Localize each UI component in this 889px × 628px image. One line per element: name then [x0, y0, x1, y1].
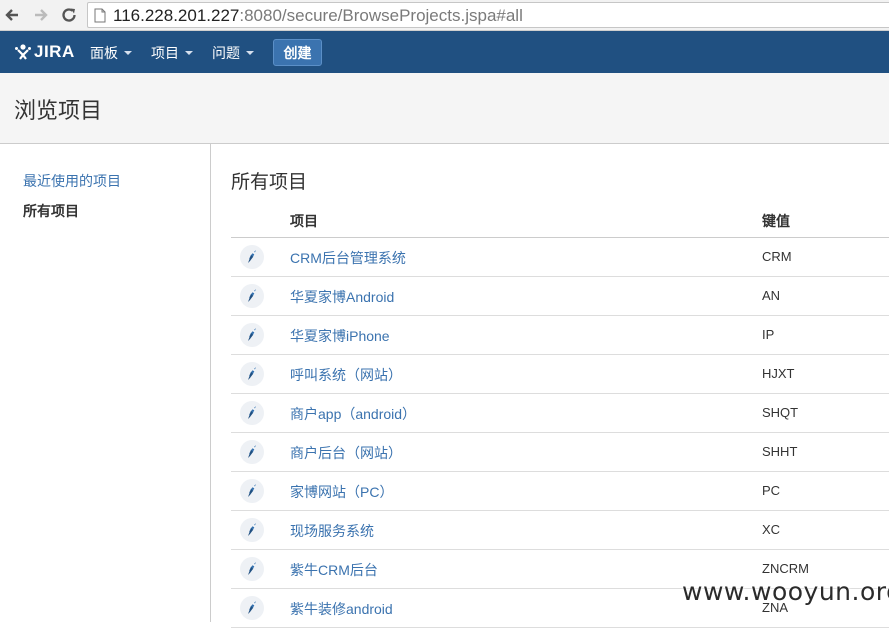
- back-button[interactable]: [0, 3, 24, 27]
- rocket-icon: [248, 367, 256, 380]
- table-row: 家博网站（PC） PC: [231, 472, 889, 511]
- sidebar-item-all-projects[interactable]: 所有项目: [23, 201, 79, 221]
- rocket-icon: [248, 250, 256, 263]
- jira-logo-icon: [15, 44, 31, 60]
- reload-button[interactable]: [57, 3, 81, 27]
- forward-arrow-icon: [35, 9, 48, 21]
- project-name-link[interactable]: CRM后台管理系统: [290, 248, 406, 268]
- caret-down-icon: [246, 51, 254, 55]
- url-host: 116.228.201.227: [113, 6, 240, 25]
- table-row: 商户后台（网站） SHHT: [231, 433, 889, 472]
- url-path: :8080/secure/BrowseProjects.jspa#all: [239, 6, 523, 25]
- menu-projects-label: 项目: [151, 45, 179, 61]
- table-row: CRM后台管理系统 CRM: [231, 238, 889, 277]
- rocket-icon: [248, 445, 256, 458]
- project-key: SHQT: [762, 405, 799, 420]
- menu-dashboards-label: 面板: [90, 45, 118, 61]
- project-key: IP: [762, 327, 775, 342]
- table-row: 华夏家博iPhone IP: [231, 316, 889, 355]
- project-name-link[interactable]: 紫牛装修android: [290, 599, 393, 619]
- sidebar: 最近使用的项目 所有项目: [0, 144, 211, 622]
- menu-issues-label: 问题: [212, 45, 240, 61]
- project-key: AN: [762, 288, 781, 303]
- browser-toolbar: 116.228.201.227:8080/secure/BrowseProjec…: [0, 0, 889, 31]
- project-name-link[interactable]: 商户app（android）: [290, 404, 416, 424]
- column-header-project: 项目: [290, 213, 318, 229]
- page-title: 浏览项目: [14, 99, 103, 124]
- project-name-link[interactable]: 紫牛CRM后台: [290, 560, 378, 580]
- project-avatar[interactable]: [240, 596, 264, 620]
- project-avatar[interactable]: [240, 440, 264, 464]
- rocket-icon: [248, 406, 256, 419]
- project-avatar[interactable]: [240, 401, 264, 425]
- jira-header: JIRA 面板 项目 问题 创建: [0, 31, 889, 73]
- rocket-icon: [248, 562, 256, 575]
- table-row: 商户app（android） SHQT: [231, 394, 889, 433]
- rocket-icon: [248, 328, 256, 341]
- rocket-icon: [248, 523, 256, 536]
- reload-icon: [62, 8, 76, 22]
- rocket-icon: [248, 484, 256, 497]
- table-row: 呼叫系统（网站） HJXT: [231, 355, 889, 394]
- address-bar[interactable]: 116.228.201.227:8080/secure/BrowseProjec…: [87, 2, 889, 28]
- caret-down-icon: [124, 51, 132, 55]
- menu-projects[interactable]: 项目: [151, 43, 193, 63]
- section-title: 所有项目: [231, 171, 308, 193]
- project-key: XC: [762, 522, 781, 537]
- project-avatar[interactable]: [240, 479, 264, 503]
- project-name-link[interactable]: 现场服务系统: [290, 521, 374, 541]
- project-avatar[interactable]: [240, 245, 264, 269]
- project-avatar[interactable]: [240, 284, 264, 308]
- menu-dashboards[interactable]: 面板: [90, 43, 132, 63]
- caret-down-icon: [185, 51, 193, 55]
- table-body: CRM后台管理系统 CRM 华夏家博Android AN 华夏家博iPhone IP 呼叫系…: [231, 238, 889, 628]
- project-key: SHHT: [762, 444, 798, 459]
- project-avatar[interactable]: [240, 323, 264, 347]
- forward-button[interactable]: [29, 3, 53, 27]
- back-arrow-icon: [5, 9, 18, 21]
- url-text: 116.228.201.227:8080/secure/BrowseProjec…: [113, 6, 523, 26]
- rocket-icon: [248, 601, 256, 614]
- page-header: 浏览项目: [0, 73, 889, 144]
- table-row: 现场服务系统 XC: [231, 511, 889, 550]
- project-name-link[interactable]: 华夏家博iPhone: [290, 326, 390, 346]
- table-header: 项目 键值: [231, 200, 889, 238]
- project-name-link[interactable]: 家博网站（PC）: [290, 482, 393, 502]
- watermark: www.wooyun.org: [682, 577, 889, 606]
- project-name-link[interactable]: 商户后台（网站）: [290, 443, 402, 463]
- project-avatar[interactable]: [240, 518, 264, 542]
- logo-text: JIRA: [34, 42, 75, 61]
- table-row: 华夏家博Android AN: [231, 277, 889, 316]
- project-name-link[interactable]: 华夏家博Android: [290, 287, 394, 307]
- projects-table: 项目 键值 CRM后台管理系统 CRM 华夏家博Android AN 华夏家博iPhon…: [231, 200, 889, 628]
- project-avatar[interactable]: [240, 557, 264, 581]
- project-key: PC: [762, 483, 781, 498]
- column-header-key: 键值: [762, 213, 790, 229]
- project-key: HJXT: [762, 366, 795, 381]
- create-button[interactable]: 创建: [273, 39, 322, 66]
- jira-logo[interactable]: JIRA: [14, 41, 75, 63]
- sidebar-item-recent-projects[interactable]: 最近使用的项目: [23, 171, 121, 191]
- project-avatar[interactable]: [240, 362, 264, 386]
- project-name-link[interactable]: 呼叫系统（网站）: [290, 365, 402, 385]
- menu-issues[interactable]: 问题: [212, 43, 254, 63]
- project-key: CRM: [762, 249, 792, 264]
- page-icon: [94, 8, 106, 23]
- project-key: ZNCRM: [762, 561, 809, 576]
- rocket-icon: [248, 289, 256, 302]
